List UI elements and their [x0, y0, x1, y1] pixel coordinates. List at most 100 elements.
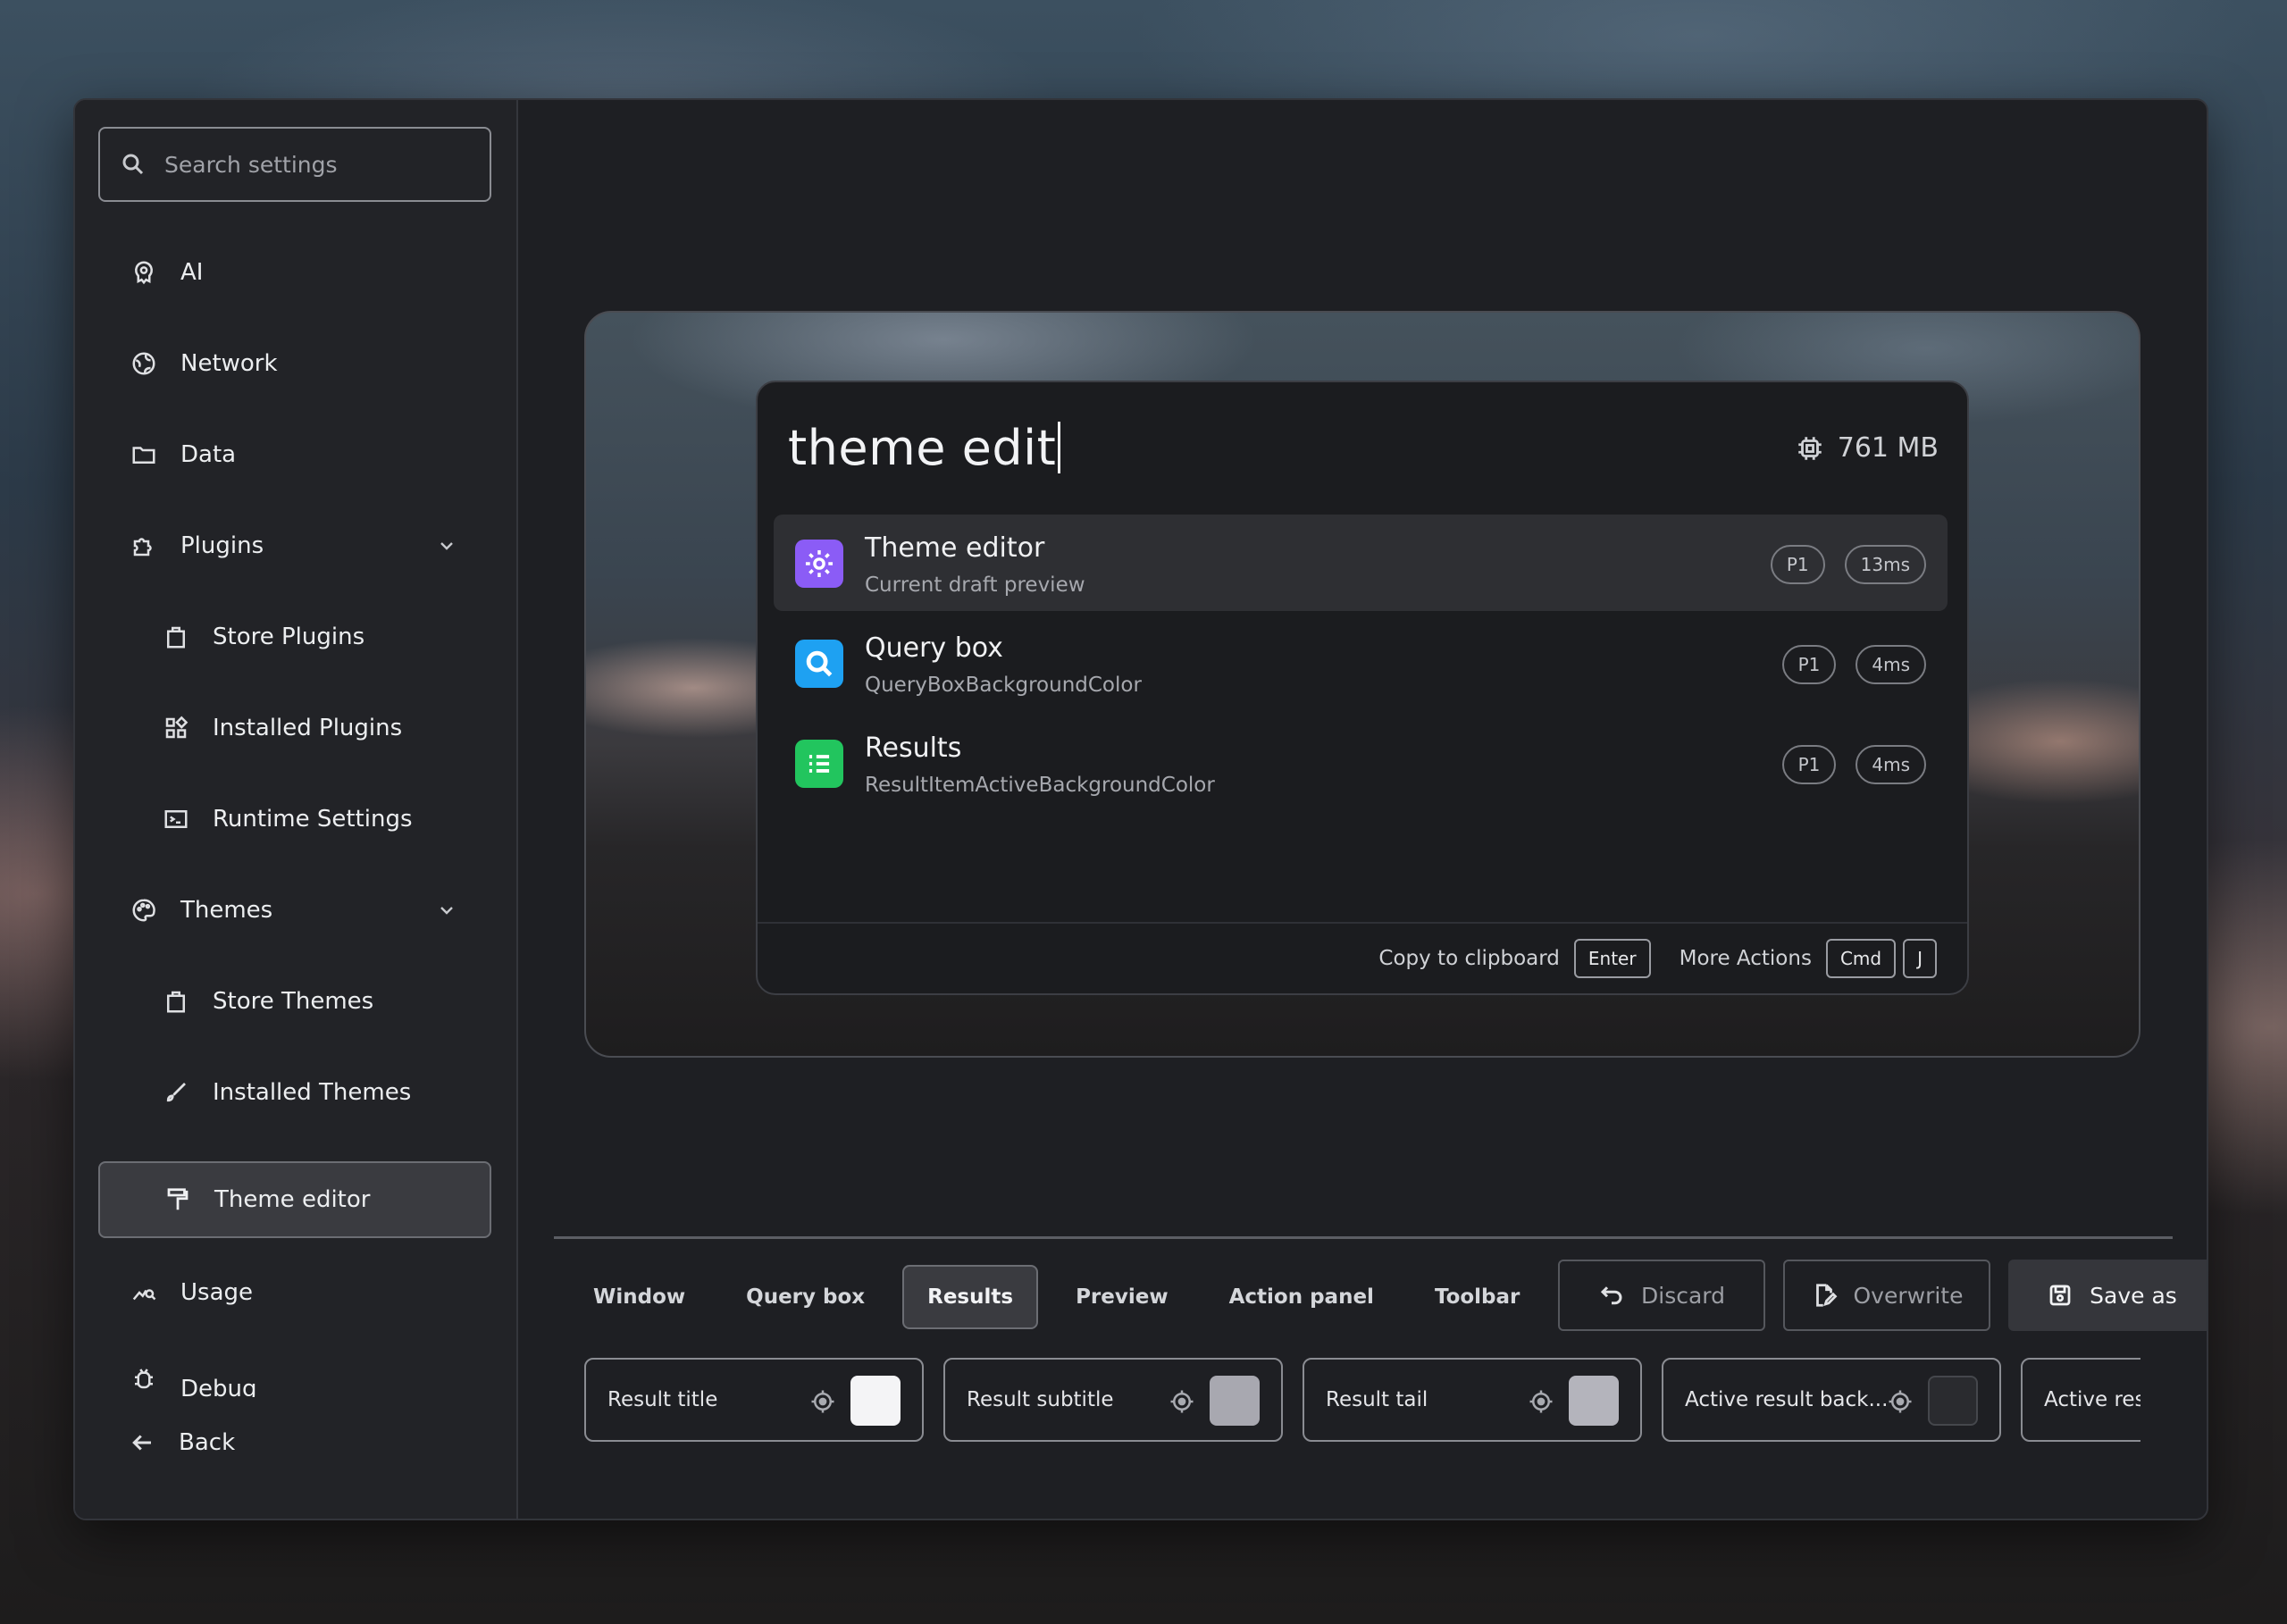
chip-icon [1797, 436, 1822, 460]
apps-icon [161, 713, 191, 743]
result-priority-tag: P1 [1770, 545, 1825, 584]
list-icon [795, 740, 843, 788]
sidebar-item-back[interactable]: Back [98, 1404, 491, 1481]
search-box[interactable] [98, 127, 491, 202]
sidebar-item-usage[interactable]: Usage [98, 1254, 491, 1331]
discard-button[interactable]: Discard [1558, 1260, 1765, 1331]
sidebar-item-label: Store Plugins [213, 624, 365, 650]
result-subtitle: QueryBoxBackgroundColor [865, 674, 1142, 697]
tab-preview[interactable]: Preview [1052, 1265, 1192, 1329]
puzzle-icon [129, 531, 159, 561]
launcher-footer: Copy to clipboard Enter More Actions Cmd… [758, 922, 1967, 993]
result-priority-tag: P1 [1781, 645, 1837, 684]
folder-icon [129, 439, 159, 470]
sidebar-item-store-themes[interactable]: Store Themes [98, 963, 491, 1040]
result-time-tag: 4ms [1856, 745, 1926, 784]
tab-results[interactable]: Results [902, 1265, 1039, 1329]
sidebar-item-label: Usage [180, 1279, 254, 1306]
sidebar-item-debug[interactable]: Debug [98, 1335, 491, 1397]
paint-roller-icon [163, 1185, 193, 1215]
tab-toolbar[interactable]: Toolbar [1412, 1265, 1543, 1329]
save-as-button[interactable]: Save as [2008, 1260, 2207, 1331]
result-time-tag: 4ms [1856, 645, 1926, 684]
sidebar-item-label: Debug [180, 1376, 257, 1397]
sidebar-item-installed-themes[interactable]: Installed Themes [98, 1054, 491, 1131]
sidebar-item-plugins[interactable]: Plugins [98, 507, 491, 584]
result-title: Theme editor [865, 532, 1045, 564]
palette-icon [129, 895, 159, 925]
launcher-window: theme edit 761 MB Theme editor Current d… [756, 381, 1969, 995]
result-priority-tag: P1 [1781, 745, 1837, 784]
color-picker-icon[interactable] [1528, 1388, 1554, 1415]
result-subtitle: Current draft preview [865, 573, 1085, 597]
result-item[interactable]: Theme editor Current draft preview P1 13… [774, 515, 1948, 611]
result-item[interactable]: Results ResultItemActiveBackgroundColor … [774, 715, 1948, 811]
terminal-icon [161, 804, 191, 834]
shopping-bag-icon [161, 986, 191, 1017]
result-time-tag: 13ms [1844, 545, 1926, 584]
color-property[interactable]: Active result back... [1662, 1358, 2001, 1442]
editor-tabs: Window Query box Results Preview Action … [570, 1265, 1557, 1329]
property-label: Active res [2044, 1388, 2140, 1411]
tab-query-box[interactable]: Query box [723, 1265, 888, 1329]
memory-value: 761 MB [1837, 432, 1939, 464]
color-picker-icon[interactable] [809, 1388, 836, 1415]
overwrite-button[interactable]: Overwrite [1783, 1260, 1990, 1331]
query-text: theme edit [788, 420, 1057, 476]
color-swatch[interactable] [1928, 1376, 1978, 1426]
j-key-hint: J [1903, 939, 1937, 978]
search-input[interactable] [164, 151, 468, 178]
color-property[interactable]: Result tail [1303, 1358, 1642, 1442]
memory-indicator: 761 MB [1795, 432, 1939, 464]
chevron-down-icon[interactable] [436, 900, 457, 921]
sidebar-item-label: Installed Themes [213, 1079, 412, 1106]
sidebar-item-theme-editor[interactable]: Theme editor [98, 1161, 491, 1238]
tab-window[interactable]: Window [570, 1265, 708, 1329]
brush-icon [161, 1077, 191, 1108]
copy-to-clipboard-label[interactable]: Copy to clipboard [1378, 947, 1560, 970]
color-property[interactable]: Result title [584, 1358, 924, 1442]
sidebar-item-network[interactable]: Network [98, 325, 491, 402]
tab-action-panel[interactable]: Action panel [1206, 1265, 1397, 1329]
color-swatch[interactable] [850, 1376, 901, 1426]
more-actions-label[interactable]: More Actions [1680, 947, 1812, 970]
color-picker-icon[interactable] [1887, 1388, 1914, 1415]
property-label: Result title [607, 1388, 718, 1411]
color-property[interactable]: Result subtitle [943, 1358, 1283, 1442]
settings-window: AI Network Data Plugins Store Plugins In… [73, 98, 2208, 1520]
result-title: Query box [865, 632, 1003, 664]
sidebar-item-installed-plugins[interactable]: Installed Plugins [98, 690, 491, 766]
chevron-down-icon[interactable] [436, 535, 457, 557]
sidebar-item-themes[interactable]: Themes [98, 872, 491, 949]
sidebar-item-label: Network [180, 350, 278, 377]
search-icon [122, 154, 144, 175]
sidebar-item-runtime-settings[interactable]: Runtime Settings [98, 781, 491, 858]
text-caret [1058, 422, 1061, 473]
sidebar-item-label: Back [179, 1429, 236, 1456]
color-swatch[interactable] [1210, 1376, 1260, 1426]
shopping-bag-icon [161, 622, 191, 652]
sidebar-item-ai[interactable]: AI [98, 234, 491, 311]
result-item[interactable]: Query box QueryBoxBackgroundColor P1 4ms [774, 615, 1948, 711]
sidebar-item-label: Installed Plugins [213, 715, 403, 741]
sidebar-item-label: Theme editor [214, 1186, 371, 1213]
gear-icon [795, 540, 843, 588]
color-swatch[interactable] [1569, 1376, 1619, 1426]
bug-icon [129, 1363, 159, 1394]
result-title: Results [865, 732, 962, 764]
color-property[interactable]: Active res [2021, 1358, 2140, 1442]
file-edit-icon [1815, 1284, 1837, 1307]
result-subtitle: ResultItemActiveBackgroundColor [865, 774, 1215, 797]
sidebar-item-label: Data [180, 441, 237, 468]
sidebar-item-label: AI [180, 259, 204, 286]
query-box[interactable]: theme edit [788, 420, 1061, 476]
property-label: Result tail [1326, 1388, 1428, 1411]
sidebar-item-store-plugins[interactable]: Store Plugins [98, 599, 491, 675]
arrow-left-icon [127, 1427, 157, 1458]
sidebar-item-data[interactable]: Data [98, 416, 491, 493]
sidebar-item-label: Themes [180, 897, 273, 924]
save-as-label: Save as [2090, 1282, 2177, 1309]
color-picker-icon[interactable] [1169, 1388, 1195, 1415]
property-label: Active result back... [1685, 1388, 1889, 1411]
cmd-key-hint: Cmd [1825, 939, 1897, 978]
